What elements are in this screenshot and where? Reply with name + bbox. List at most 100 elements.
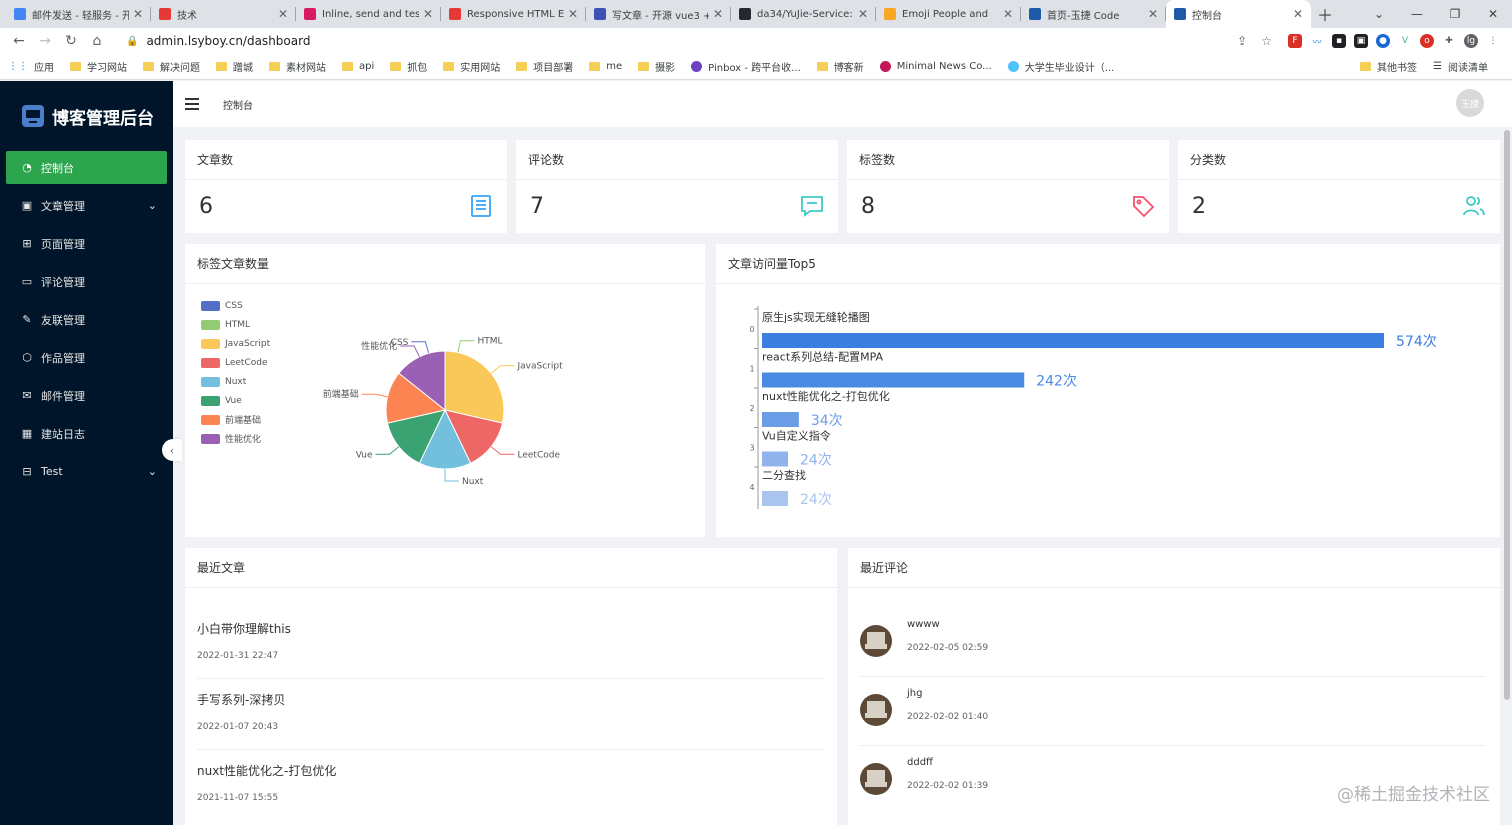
bookmark-item[interactable]: me xyxy=(589,59,622,74)
bookmark-item[interactable]: 实用网站 xyxy=(443,59,500,74)
bookmark-item[interactable]: Minimal News Co... xyxy=(879,59,992,74)
favicon-icon xyxy=(739,8,751,20)
extension-box-icon[interactable]: ▪ xyxy=(1332,34,1346,48)
profile-avatar-icon[interactable]: lg xyxy=(1464,34,1478,48)
bookmark-item[interactable]: 解决问题 xyxy=(143,59,200,74)
extension-circle-icon[interactable]: ● xyxy=(1376,34,1390,48)
home-button[interactable]: ⌂ xyxy=(84,28,110,54)
extension-adblock-icon[interactable]: o xyxy=(1420,34,1434,48)
forward-button[interactable]: → xyxy=(32,28,58,54)
browser-tab-7[interactable]: 首页-玉捷 Code ✕ xyxy=(1021,0,1166,28)
browser-tab-8[interactable]: 控制台 ✕ xyxy=(1166,0,1311,28)
url-input[interactable]: 🔒 admin.lsyboy.cn/dashboard ⇪ ☆ xyxy=(118,30,1280,52)
share-icon[interactable]: ⇪ xyxy=(1237,34,1247,48)
sidebar-item-5[interactable]: ⬡ 作品管理 xyxy=(6,341,167,374)
favicon-icon xyxy=(1029,8,1041,20)
bar-4[interactable] xyxy=(762,491,789,506)
article-item-2[interactable]: nuxt性能优化之-打包优化 2021-11-07 15:55 xyxy=(197,762,823,803)
browser-menu-icon[interactable]: ⋮ xyxy=(1486,34,1500,48)
folder-icon xyxy=(390,62,402,71)
extension-pdf-icon[interactable]: F xyxy=(1288,34,1302,48)
article-title[interactable]: 手写系列-深拷贝 xyxy=(197,691,823,708)
pie-label-4: Nuxt xyxy=(462,477,484,487)
page-icon: ⊞ xyxy=(22,237,32,250)
tab-close-icon[interactable]: ✕ xyxy=(858,7,868,21)
minimize-button[interactable]: — xyxy=(1398,0,1436,28)
collapse-sidebar-button[interactable]: ‹ xyxy=(162,439,182,461)
bar-1[interactable] xyxy=(762,372,1025,388)
browser-tab-5[interactable]: da34/YuJie-Service: ✕ xyxy=(731,0,876,28)
article-date: 2022-01-07 20:43 xyxy=(197,722,279,732)
browser-tab-1[interactable]: 技术 ✕ xyxy=(151,0,296,28)
browser-tab-0[interactable]: 邮件发送 - 轻服务 - 开 ✕ xyxy=(6,0,151,28)
bar-category-label-4: 二分查找 xyxy=(762,468,806,482)
tab-close-icon[interactable]: ✕ xyxy=(423,7,433,21)
browser-tab-2[interactable]: Inline, send and test ✕ xyxy=(296,0,441,28)
reload-button[interactable]: ↻ xyxy=(58,28,84,54)
sidebar-item-3[interactable]: ▭ 评论管理 xyxy=(6,265,167,298)
bookmark-item[interactable]: 学习网站 xyxy=(70,59,127,74)
article-item-0[interactable]: 小白带你理解this 2022-01-31 22:47 xyxy=(197,620,823,661)
tab-close-icon[interactable]: ✕ xyxy=(1003,7,1013,21)
comment-item-1[interactable]: jhg 2022-02-02 01:40 xyxy=(860,688,1486,738)
bookmark-item[interactable]: 摄影 xyxy=(638,59,675,74)
comment-item-0[interactable]: wwww 2022-02-05 02:59 xyxy=(860,619,1486,669)
tab-close-icon[interactable]: ✕ xyxy=(1293,7,1303,21)
pie-chart: CSS HTMLJavaScriptLeetCodeNuxtVue前端基础性能优化 xyxy=(323,337,563,487)
bar-value-label-0: 574次 xyxy=(1396,334,1437,350)
extension-vue-icon[interactable]: V xyxy=(1398,34,1412,48)
page-scrollbar[interactable] xyxy=(1504,130,1510,700)
bookmark-item[interactable]: Pinbox - 跨平台收... xyxy=(691,59,801,74)
restore-button[interactable]: ❐ xyxy=(1436,0,1474,28)
bookmark-item[interactable]: 博客新 xyxy=(816,59,864,74)
bookmark-item[interactable]: 大学生毕业设计（... xyxy=(1007,59,1114,74)
sidebar-item-7[interactable]: ▦ 建站日志 xyxy=(6,417,167,450)
user-avatar[interactable]: 玉捷 xyxy=(1456,89,1484,117)
comment-divider xyxy=(860,676,1486,677)
new-tab-button[interactable]: ＋ xyxy=(1311,0,1339,28)
other-bookmarks[interactable]: 其他书签 xyxy=(1360,59,1417,74)
bookmark-item[interactable]: 素材网站 xyxy=(269,59,326,74)
sidebar-item-4[interactable]: ✎ 友联管理 xyxy=(6,303,167,336)
article-title[interactable]: 小白带你理解this xyxy=(197,620,823,637)
back-button[interactable]: ← xyxy=(6,28,32,54)
stat-value: 2 xyxy=(1192,194,1206,219)
hamburger-menu-icon[interactable] xyxy=(185,98,199,110)
pie-leader-1 xyxy=(457,340,475,353)
bar-2[interactable] xyxy=(762,412,799,427)
bar-chart: 0 原生js实现无缝轮播图 574次 1 react系列总结-配置MPA 242次 2 nux… xyxy=(749,306,1437,509)
bookmark-item[interactable]: 项目部署 xyxy=(516,59,573,74)
reading-list[interactable]: ☰ 阅读清单 xyxy=(1433,59,1488,74)
sidebar-item-1[interactable]: ▣ 文章管理 ⌄ xyxy=(6,189,167,222)
sidebar-item-0[interactable]: ◔ 控制台 xyxy=(6,151,167,184)
bar-3[interactable] xyxy=(762,451,789,467)
document-icon xyxy=(471,195,491,217)
bookmark-item[interactable]: ⋮⋮ 应用 xyxy=(8,59,54,74)
extension-square-icon[interactable]: ▣ xyxy=(1354,34,1368,48)
tab-close-icon[interactable]: ✕ xyxy=(568,7,578,21)
tab-close-icon[interactable]: ✕ xyxy=(713,7,723,21)
tab-search-icon[interactable]: ⌄ xyxy=(1360,0,1398,28)
bookmark-item[interactable]: 蹭城 xyxy=(216,59,253,74)
sidebar-item-6[interactable]: ✉ 邮件管理 xyxy=(6,379,167,412)
tab-label: 首页-玉捷 Code xyxy=(1047,10,1120,22)
close-window-button[interactable]: ✕ xyxy=(1474,0,1512,28)
extension-chart-icon[interactable]: 〰 xyxy=(1310,34,1324,48)
article-title[interactable]: nuxt性能优化之-打包优化 xyxy=(197,762,823,779)
article-item-1[interactable]: 手写系列-深拷贝 2022-01-07 20:43 xyxy=(197,691,823,732)
commenter-avatar xyxy=(860,694,892,726)
bar-0[interactable] xyxy=(762,333,1384,348)
tab-close-icon[interactable]: ✕ xyxy=(133,7,143,21)
bookmark-star-icon[interactable]: ☆ xyxy=(1261,34,1272,48)
tab-close-icon[interactable]: ✕ xyxy=(278,7,288,21)
pie-leader-0 xyxy=(411,341,430,354)
browser-tab-3[interactable]: Responsive HTML Em ✕ xyxy=(441,0,586,28)
sidebar-item-8[interactable]: ⊟ Test ⌄ xyxy=(6,455,167,488)
tab-close-icon[interactable]: ✕ xyxy=(1148,7,1158,21)
browser-tab-6[interactable]: Emoji People and ✕ xyxy=(876,0,1021,28)
bookmark-item[interactable]: 抓包 xyxy=(390,59,427,74)
sidebar-item-2[interactable]: ⊞ 页面管理 xyxy=(6,227,167,260)
bookmark-item[interactable]: api xyxy=(342,59,374,74)
browser-tab-4[interactable]: 写文章 - 开源 vue3 + ✕ xyxy=(586,0,731,28)
extensions-puzzle-icon[interactable]: ✚ xyxy=(1442,34,1456,48)
